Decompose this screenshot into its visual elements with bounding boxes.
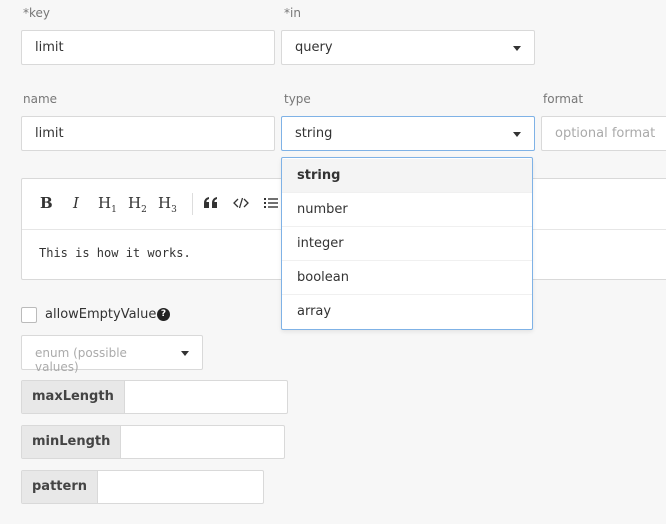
in-select-value: query	[295, 40, 333, 55]
enum-select[interactable]: enum (possible values)	[21, 335, 203, 374]
chevron-down-icon	[181, 351, 189, 356]
max-length-input[interactable]: maxLength	[21, 380, 288, 414]
type-select[interactable]: string	[281, 116, 535, 151]
name-input[interactable]: limit	[21, 116, 275, 151]
code-icon[interactable]	[233, 197, 249, 209]
type-dropdown-menu: string number integer boolean array	[281, 157, 533, 330]
type-label: type	[284, 92, 311, 106]
type-option-boolean[interactable]: boolean	[282, 261, 532, 295]
heading2-button[interactable]: H2	[128, 194, 147, 215]
toolbar-divider	[192, 193, 193, 215]
editor-content[interactable]: This is how it works.	[39, 246, 191, 260]
key-input[interactable]: limit	[21, 30, 275, 65]
list-icon[interactable]	[264, 197, 278, 209]
name-label: name	[23, 92, 58, 106]
enum-placeholder: enum (possible values)	[35, 346, 127, 374]
format-input[interactable]: optional format	[541, 116, 666, 151]
in-select[interactable]: query	[281, 30, 535, 65]
heading1-button[interactable]: H1	[98, 194, 117, 215]
allow-empty-checkbox[interactable]	[21, 307, 37, 323]
italic-button[interactable]: I	[73, 194, 79, 212]
quote-icon[interactable]	[204, 197, 218, 209]
type-option-number[interactable]: number	[282, 193, 532, 227]
type-option-string[interactable]: string	[282, 159, 532, 193]
chevron-down-icon	[513, 132, 521, 137]
question-circle-icon[interactable]: ?	[157, 308, 170, 321]
bold-button[interactable]: B	[40, 194, 53, 212]
format-label: format	[543, 92, 584, 106]
max-length-label: maxLength	[22, 381, 125, 413]
pattern-label: pattern	[22, 471, 98, 503]
chevron-down-icon	[513, 46, 521, 51]
type-option-array[interactable]: array	[282, 295, 532, 329]
min-length-label: minLength	[22, 426, 122, 458]
min-length-input[interactable]: minLength	[21, 425, 285, 459]
type-option-integer[interactable]: integer	[282, 227, 532, 261]
pattern-input[interactable]: pattern	[21, 470, 264, 504]
type-select-value: string	[295, 126, 333, 141]
allow-empty-label: allowEmptyValue	[45, 307, 157, 322]
key-label: *key	[23, 6, 51, 20]
heading3-button[interactable]: H3	[158, 194, 177, 215]
in-label: *in	[284, 6, 301, 20]
